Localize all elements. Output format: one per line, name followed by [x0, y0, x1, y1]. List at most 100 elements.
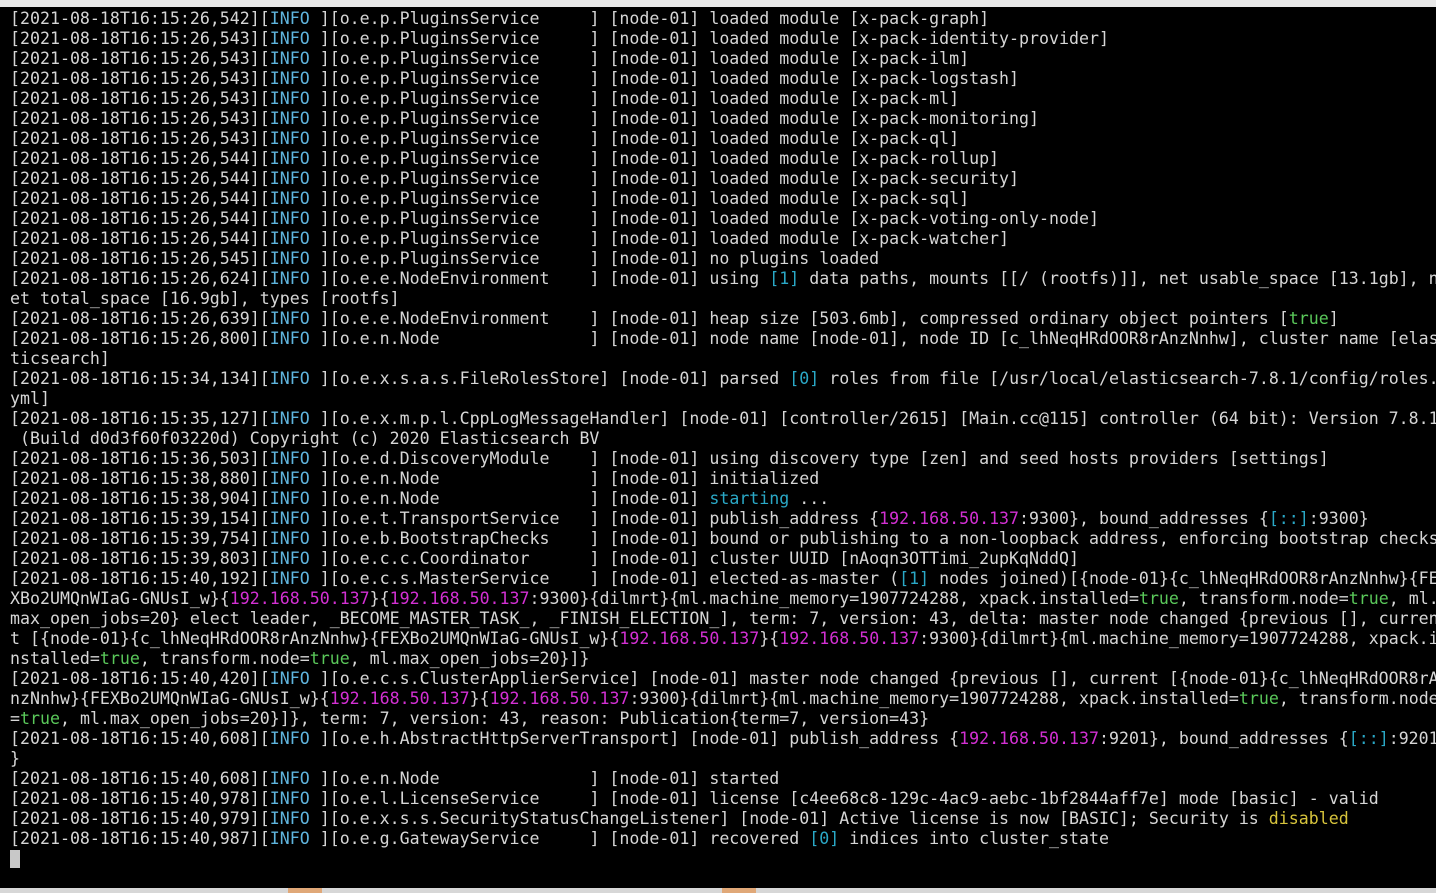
- log-segment: true: [309, 649, 350, 668]
- log-segment: , transform.node: [1278, 689, 1436, 708]
- log-line: [2021-08-18T16:15:34,134][INFO ][o.e.x.s…: [10, 369, 1436, 389]
- log-segment: data paths, mounts [[/ (rootfs)]], net u…: [799, 269, 1436, 288]
- log-line: [2021-08-18T16:15:26,543][INFO ][o.e.p.P…: [10, 49, 1436, 69]
- log-segment: [2021-08-18T16:15:40,608][: [10, 769, 270, 788]
- log-line: t [{node-01}{c_lhNeqHRdOOR8rAnzNnhw}{FEX…: [10, 629, 1436, 649]
- log-segment: INFO: [269, 149, 310, 168]
- log-line: [2021-08-18T16:15:26,544][INFO ][o.e.p.P…: [10, 149, 1436, 169]
- log-segment: ][o.e.x.m.p.l.CppLogMessageHandler] [nod…: [309, 409, 1436, 428]
- log-segment: indices into cluster_state: [839, 829, 1109, 848]
- log-segment: INFO: [269, 729, 310, 748]
- log-segment: , transform.node=: [1178, 589, 1349, 608]
- terminal-window[interactable]: [2021-08-18T16:15:26,542][INFO ][o.e.p.P…: [0, 0, 1436, 893]
- log-segment: INFO: [269, 209, 310, 228]
- log-line: [2021-08-18T16:15:40,420][INFO ][o.e.c.s…: [10, 669, 1436, 689]
- log-line: [2021-08-18T16:15:26,543][INFO ][o.e.p.P…: [10, 129, 1436, 149]
- log-segment: ][o.e.p.PluginsService ] [node-01] loade…: [309, 209, 1099, 228]
- log-segment: [1]: [899, 569, 930, 588]
- log-segment: ][o.e.g.GatewayService ] [node-01] recov…: [309, 829, 810, 848]
- log-line: XBo2UMQnWIaG-GNUsI_w}{192.168.50.137}{19…: [10, 589, 1436, 609]
- log-segment: ][o.e.p.PluginsService ] [node-01] loade…: [309, 129, 960, 148]
- log-segment: =: [10, 709, 20, 728]
- log-segment: ][o.e.n.Node ] [node-01] initialized: [309, 469, 820, 488]
- log-line: [2021-08-18T16:15:26,543][INFO ][o.e.p.P…: [10, 69, 1436, 89]
- log-line: [2021-08-18T16:15:26,543][INFO ][o.e.p.P…: [10, 29, 1436, 49]
- log-line: [2021-08-18T16:15:40,608][INFO ][o.e.h.A…: [10, 729, 1436, 749]
- log-segment: max_open_jobs=20} elect leader, _BECOME_…: [10, 609, 1436, 628]
- log-segment: ][o.e.p.PluginsService ] [node-01] no pl…: [309, 249, 880, 268]
- log-segment: INFO: [269, 469, 310, 488]
- log-segment: ][o.e.c.c.Coordinator ] [node-01] cluste…: [309, 549, 1079, 568]
- log-line: [2021-08-18T16:15:26,800][INFO ][o.e.n.N…: [10, 329, 1436, 349]
- log-segment: :9201}, bound_addresses {: [1098, 729, 1349, 748]
- log-segment: [2021-08-18T16:15:26,544][: [10, 169, 270, 188]
- log-segment: INFO: [269, 529, 310, 548]
- log-segment: INFO: [269, 449, 310, 468]
- log-segment: 192.168.50.137: [389, 589, 530, 608]
- log-segment: [0]: [789, 369, 820, 388]
- log-segment: }{: [469, 689, 490, 708]
- log-segment: INFO: [269, 9, 310, 28]
- log-segment: ][o.e.p.PluginsService ] [node-01] loade…: [309, 169, 1020, 188]
- log-segment: INFO: [269, 509, 310, 528]
- log-segment: INFO: [269, 549, 310, 568]
- log-segment: XBo2UMQnWIaG-GNUsI_w}{: [10, 589, 230, 608]
- log-segment: INFO: [269, 369, 310, 388]
- log-segment: [2021-08-18T16:15:38,880][: [10, 469, 270, 488]
- log-segment: [::]: [1268, 509, 1309, 528]
- log-segment: :9201: [1388, 729, 1436, 748]
- log-segment: [2021-08-18T16:15:26,800][: [10, 329, 270, 348]
- log-segment: ticsearch]: [10, 349, 110, 368]
- log-segment: [::]: [1348, 729, 1389, 748]
- log-segment: INFO: [269, 489, 310, 508]
- log-segment: }{: [759, 629, 780, 648]
- log-line: et total_space [16.9gb], types [rootfs]: [10, 289, 1436, 309]
- log-segment: ][o.e.n.Node ] [node-01]: [309, 489, 710, 508]
- log-line: [2021-08-18T16:15:40,978][INFO ][o.e.l.L…: [10, 789, 1436, 809]
- log-segment: ][o.e.l.LicenseService ] [node-01] licen…: [309, 789, 1379, 808]
- log-segment: nstalled=: [10, 649, 100, 668]
- log-segment: , transform.node=: [139, 649, 310, 668]
- log-segment: INFO: [269, 329, 310, 348]
- log-segment: :9300}{dilmrt}{ml.machine_memory=1907724…: [919, 629, 1436, 648]
- log-segment: [2021-08-18T16:15:26,543][: [10, 129, 270, 148]
- log-segment: , ml.max_open_jobs=20}]}: [349, 649, 590, 668]
- log-output[interactable]: [2021-08-18T16:15:26,542][INFO ][o.e.p.P…: [10, 9, 1436, 849]
- log-segment: }{: [369, 589, 390, 608]
- log-segment: [2021-08-18T16:15:40,978][: [10, 789, 270, 808]
- terminal-cursor: [10, 850, 20, 868]
- log-segment: [2021-08-18T16:15:40,420][: [10, 669, 270, 688]
- log-segment: ][o.e.e.NodeEnvironment ] [node-01] heap…: [309, 309, 1289, 328]
- log-segment: [2021-08-18T16:15:38,904][: [10, 489, 270, 508]
- log-segment: ][o.e.c.s.MasterService ] [node-01] elec…: [309, 569, 900, 588]
- log-line: [2021-08-18T16:15:26,544][INFO ][o.e.p.P…: [10, 169, 1436, 189]
- log-line: [2021-08-18T16:15:36,503][INFO ][o.e.d.D…: [10, 449, 1436, 469]
- log-segment: INFO: [269, 829, 310, 848]
- log-line: [2021-08-18T16:15:26,543][INFO ][o.e.p.P…: [10, 89, 1436, 109]
- log-line: [2021-08-18T16:15:39,154][INFO ][o.e.t.T…: [10, 509, 1436, 529]
- log-segment: ][o.e.x.s.s.SecurityStatusChangeListener…: [309, 809, 1269, 828]
- log-segment: [2021-08-18T16:15:26,544][: [10, 149, 270, 168]
- log-segment: INFO: [269, 29, 310, 48]
- log-segment: true: [1348, 589, 1389, 608]
- log-segment: :9300}{dilmrt}{ml.machine_memory=1907724…: [629, 689, 1239, 708]
- log-segment: 192.168.50.137: [229, 589, 370, 608]
- log-line: [2021-08-18T16:15:26,544][INFO ][o.e.p.P…: [10, 189, 1436, 209]
- log-segment: INFO: [269, 229, 310, 248]
- log-segment: [2021-08-18T16:15:40,608][: [10, 729, 270, 748]
- log-segment: ][o.e.c.s.ClusterApplierService] [node-0…: [309, 669, 1436, 688]
- log-segment: [2021-08-18T16:15:39,803][: [10, 549, 270, 568]
- log-line: [2021-08-18T16:15:26,543][INFO ][o.e.p.P…: [10, 109, 1436, 129]
- log-segment: [2021-08-18T16:15:35,127][: [10, 409, 270, 428]
- log-line: ticsearch]: [10, 349, 1436, 369]
- log-segment: ][o.e.n.Node ] [node-01] started: [309, 769, 780, 788]
- log-line: max_open_jobs=20} elect leader, _BECOME_…: [10, 609, 1436, 629]
- log-segment: [2021-08-18T16:15:26,543][: [10, 69, 270, 88]
- log-line: [2021-08-18T16:15:26,624][INFO ][o.e.e.N…: [10, 269, 1436, 289]
- log-segment: INFO: [269, 669, 310, 688]
- log-segment: INFO: [269, 129, 310, 148]
- log-segment: 192.168.50.137: [489, 689, 630, 708]
- log-segment: starting: [709, 489, 790, 508]
- log-line: [2021-08-18T16:15:40,192][INFO ][o.e.c.s…: [10, 569, 1436, 589]
- log-segment: INFO: [269, 69, 310, 88]
